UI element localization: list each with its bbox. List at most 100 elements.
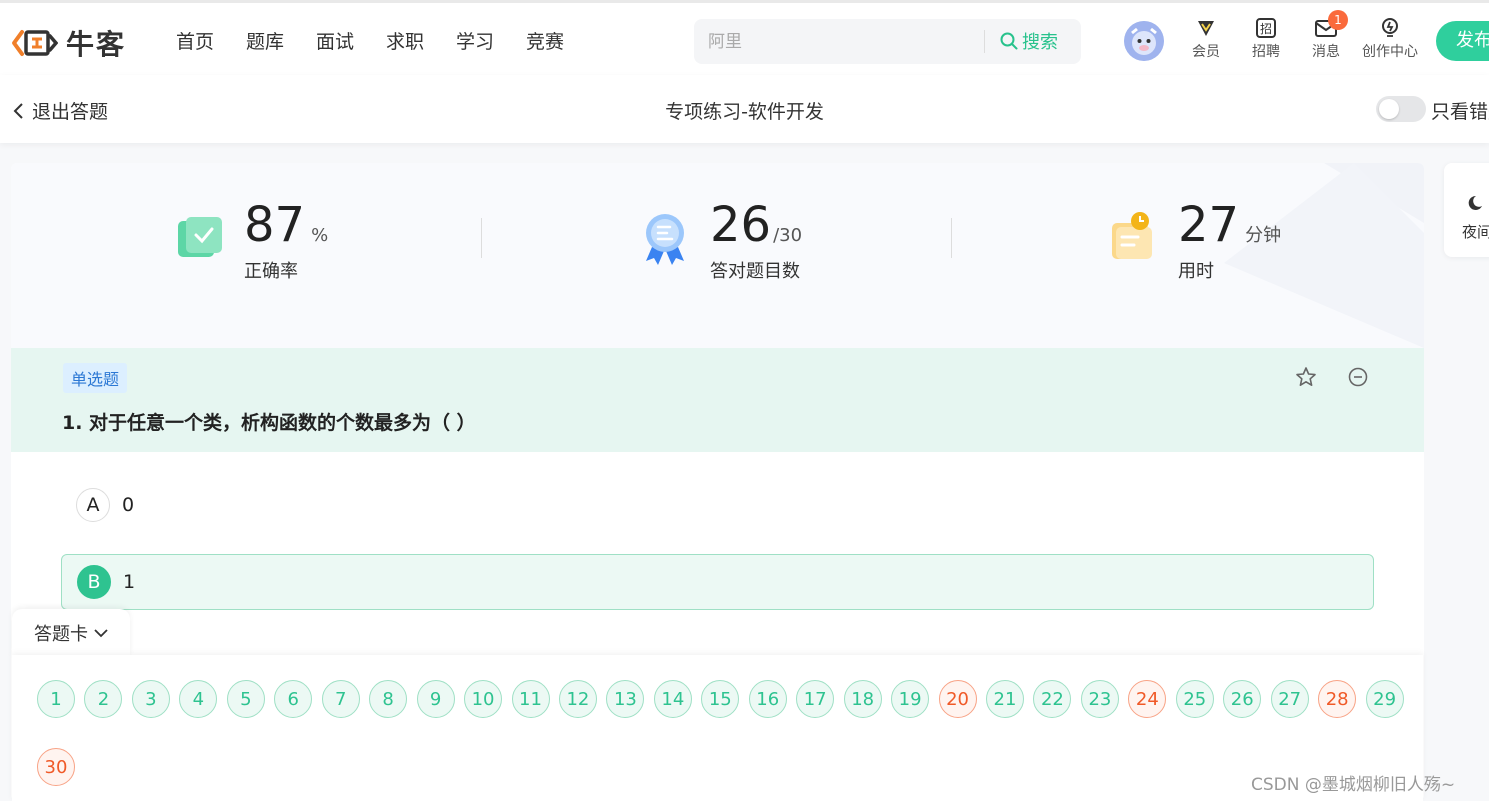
recruit-icon: 招 bbox=[1256, 18, 1276, 38]
question-number-button[interactable]: 10 bbox=[464, 680, 503, 718]
answer-sheet-toggle[interactable]: 答题卡 bbox=[12, 609, 130, 657]
logo[interactable]: 牛客 bbox=[10, 23, 126, 63]
question-number-button[interactable]: 16 bbox=[748, 680, 787, 718]
search-icon bbox=[1000, 32, 1018, 50]
message-entry[interactable]: 1 消息 bbox=[1296, 10, 1356, 61]
correct-value-row: 26/30 bbox=[710, 197, 802, 253]
stat-divider bbox=[951, 218, 952, 258]
question-number-button[interactable]: 18 bbox=[843, 680, 882, 718]
option-value: 1 bbox=[123, 571, 136, 593]
stats-panel: 87% 正确率 26/30 答对题目数 27 分钟 用时 bbox=[11, 163, 1424, 348]
toggle-knob bbox=[1379, 99, 1399, 119]
question-number-button[interactable]: 28 bbox=[1318, 680, 1357, 718]
answer-sheet-label: 答题卡 bbox=[34, 624, 88, 645]
search-button-label: 搜索 bbox=[1022, 32, 1058, 53]
check-card-icon bbox=[178, 217, 222, 257]
correct-label: 答对题目数 bbox=[710, 261, 800, 282]
time-unit: 分钟 bbox=[1245, 225, 1282, 246]
remove-circle-icon[interactable] bbox=[1347, 366, 1369, 388]
star-icon[interactable] bbox=[1295, 366, 1317, 388]
top-navbar: 牛客 首页 题库 面试 求职 学习 竞赛 搜索 会员 招 招聘 1 消息 创作中… bbox=[0, 0, 1489, 75]
question-number-button[interactable]: 3 bbox=[131, 680, 170, 718]
time-value-row: 27 分钟 bbox=[1178, 197, 1281, 253]
question-number-button[interactable]: 8 bbox=[369, 680, 408, 718]
decorative-shape bbox=[1224, 163, 1424, 348]
vip-entry[interactable]: 会员 bbox=[1176, 17, 1236, 61]
accuracy-value-row: 87% bbox=[244, 197, 328, 253]
avatar-icon bbox=[1124, 21, 1164, 61]
option-value: 0 bbox=[122, 494, 135, 516]
option-letter: A bbox=[76, 488, 110, 522]
moon-icon bbox=[1468, 195, 1482, 210]
answer-sheet: 1 2 3 4 5 6 7 8 9 10 11 12 13 14 15 16 17 18 19 20 21 22 23 24 2… bbox=[12, 655, 1423, 801]
question-number-button[interactable]: 30 bbox=[37, 748, 75, 786]
question-number-button[interactable]: 22 bbox=[1033, 680, 1072, 718]
option-b[interactable]: B 1 bbox=[61, 554, 1374, 610]
search-input[interactable] bbox=[708, 29, 968, 55]
practice-subbar: 退出答题 专项练习-软件开发 只看错题 bbox=[0, 75, 1489, 143]
night-mode-button[interactable]: 夜间 bbox=[1444, 163, 1489, 257]
question-number-button[interactable]: 9 bbox=[416, 680, 455, 718]
question-number-button[interactable]: 12 bbox=[558, 680, 597, 718]
time-label: 用时 bbox=[1178, 261, 1214, 282]
question-number-button[interactable]: 26 bbox=[1223, 680, 1262, 718]
main-nav: 首页 题库 面试 求职 学习 竞赛 bbox=[176, 27, 596, 54]
wrong-only-label: 只看错题 bbox=[1431, 101, 1489, 123]
wrong-only-toggle[interactable] bbox=[1376, 96, 1426, 122]
logo-icon bbox=[12, 30, 58, 56]
question-number-button[interactable]: 20 bbox=[938, 680, 977, 718]
vip-label: 会员 bbox=[1192, 44, 1220, 60]
question-number-button[interactable]: 24 bbox=[1128, 680, 1167, 718]
question-number-button[interactable]: 14 bbox=[653, 680, 692, 718]
nav-learn[interactable]: 学习 bbox=[456, 27, 526, 54]
page-title: 专项练习-软件开发 bbox=[665, 101, 824, 123]
bulb-icon bbox=[1382, 18, 1398, 37]
question-number-button[interactable]: 23 bbox=[1080, 680, 1119, 718]
nav-home[interactable]: 首页 bbox=[176, 27, 246, 54]
medal-icon bbox=[646, 214, 684, 265]
time-value: 27 bbox=[1178, 197, 1240, 253]
question-number-button[interactable]: 27 bbox=[1270, 680, 1309, 718]
accuracy-unit: % bbox=[311, 225, 329, 246]
question-number-button[interactable]: 29 bbox=[1365, 680, 1404, 718]
question-number-button[interactable]: 6 bbox=[274, 680, 313, 718]
question-text: 1. 对于任意一个类，析构函数的个数最多为（ ） bbox=[62, 412, 476, 434]
nav-jobs[interactable]: 求职 bbox=[386, 27, 456, 54]
nav-contest[interactable]: 竞赛 bbox=[526, 27, 596, 54]
question-number-button[interactable]: 21 bbox=[986, 680, 1024, 718]
accuracy-value: 87 bbox=[244, 197, 306, 253]
question-number-button[interactable]: 5 bbox=[226, 680, 265, 718]
question-number-button[interactable]: 13 bbox=[606, 680, 645, 718]
creator-center-label: 创作中心 bbox=[1362, 44, 1418, 60]
question-type-badge: 单选题 bbox=[63, 363, 128, 393]
stat-divider bbox=[481, 218, 482, 258]
option-letter: B bbox=[77, 565, 111, 599]
question-number-button[interactable]: 19 bbox=[891, 680, 930, 718]
watermark: CSDN @墨城烟柳旧人殇~ bbox=[1251, 775, 1456, 795]
nav-question-bank[interactable]: 题库 bbox=[246, 27, 316, 54]
recruit-entry[interactable]: 招 招聘 bbox=[1236, 17, 1296, 61]
search-button[interactable]: 搜索 bbox=[1000, 28, 1058, 54]
question-number-button[interactable]: 7 bbox=[321, 680, 360, 718]
logo-text: 牛客 bbox=[66, 28, 127, 61]
recruit-label: 招聘 bbox=[1252, 44, 1280, 60]
question-number-button[interactable]: 2 bbox=[84, 680, 123, 718]
nav-interview[interactable]: 面试 bbox=[316, 27, 386, 54]
creator-center-entry[interactable]: 创作中心 bbox=[1360, 17, 1420, 61]
correct-total: /30 bbox=[773, 225, 803, 246]
search-bar: 搜索 bbox=[694, 19, 1081, 64]
avatar[interactable] bbox=[1124, 21, 1164, 61]
option-a[interactable]: A 0 bbox=[61, 477, 1374, 533]
svg-text:招: 招 bbox=[1260, 22, 1272, 36]
question-number-button[interactable]: 17 bbox=[796, 680, 835, 718]
search-divider bbox=[984, 30, 985, 53]
message-label: 消息 bbox=[1312, 44, 1340, 60]
question-number-button[interactable]: 1 bbox=[37, 680, 75, 718]
question-number-button[interactable]: 4 bbox=[179, 680, 218, 718]
question-number-button[interactable]: 25 bbox=[1175, 680, 1214, 718]
publish-button[interactable]: 发布 bbox=[1436, 21, 1489, 61]
question-number-button[interactable]: 15 bbox=[701, 680, 740, 718]
clock-note-icon bbox=[1112, 212, 1152, 259]
message-badge: 1 bbox=[1328, 10, 1348, 30]
question-number-button[interactable]: 11 bbox=[511, 680, 550, 718]
